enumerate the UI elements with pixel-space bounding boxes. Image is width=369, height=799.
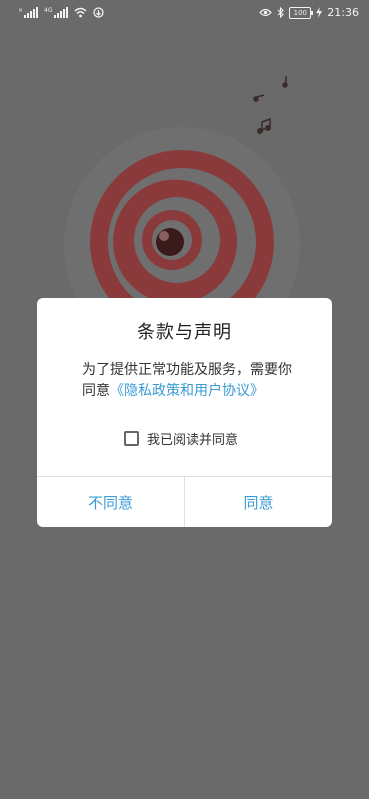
logo-pupil — [156, 228, 184, 256]
music-note-icon — [253, 76, 288, 134]
dialog-message: 为了提供正常功能及服务，需要你同意《隐私政策和用户协议》 — [82, 360, 302, 402]
privacy-policy-link[interactable]: 《隐私政策和用户协议》 — [110, 383, 264, 399]
terms-dialog: 条款与声明 为了提供正常功能及服务，需要你同意《隐私政策和用户协议》 我已阅读并… — [37, 298, 332, 527]
dialog-title: 条款与声明 — [137, 322, 232, 343]
agree-checkbox-row[interactable]: 我已阅读并同意 — [124, 429, 238, 448]
agree-checkbox[interactable] — [124, 431, 139, 446]
agree-button[interactable]: 同意 — [184, 477, 332, 527]
agree-checkbox-label[interactable]: 我已阅读并同意 — [147, 429, 238, 448]
disagree-button[interactable]: 不同意 — [37, 477, 184, 527]
dialog-button-row: 不同意 同意 — [37, 476, 332, 527]
logo-highlight — [159, 231, 169, 241]
